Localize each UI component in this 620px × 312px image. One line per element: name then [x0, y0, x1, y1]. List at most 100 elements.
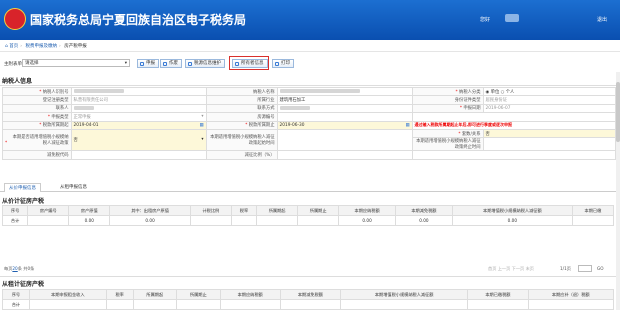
- period-end-input[interactable]: 2019-06-30 ▦: [276, 120, 413, 130]
- col-header: 房产编号: [27, 205, 70, 216]
- user-greeting: 您好: [480, 17, 491, 23]
- col-header: 本期应补（退）税额: [527, 289, 615, 300]
- form-select[interactable]: 请选择 ▾: [22, 59, 130, 67]
- industry-field: 建筑用石加工: [276, 95, 413, 105]
- breadcrumb-home[interactable]: 首页: [9, 44, 18, 49]
- rent-section-title: 从租计征房产税: [2, 281, 45, 288]
- total-label: 合计: [2, 299, 30, 310]
- pager: 每页20条 共0条 首页 上一页 下一页 末页 1/1页 GO: [0, 264, 620, 274]
- username-redacted: [505, 14, 519, 22]
- reduce-ratio-field[interactable]: [276, 150, 413, 160]
- col-header: 本期已缴税额: [467, 289, 529, 300]
- breadcrumb: ⌂ 首页 › 税费申报及缴纳 › 房产税申报: [0, 43, 620, 52]
- col-header: 所属期起: [132, 289, 178, 300]
- table-row: 合计 0.00 0.00 0.00 0.00 0.00: [1, 215, 615, 226]
- save-icon: [140, 62, 144, 66]
- scrollbar-thumb[interactable]: [616, 82, 620, 142]
- tab-rent-based[interactable]: 从租申报信息: [56, 183, 91, 192]
- total-cell: 0.00: [68, 215, 111, 226]
- taxpayer-form: * 纳税人识别号 纳税人名称 * 纳税人分类 ◉ 单位 ○ 个人 登记注册类型 …: [2, 86, 617, 160]
- period-hint: 通过输入税款所属期起止年后,即可进行季度或逐次申报: [411, 120, 617, 130]
- last-page-link[interactable]: 末页: [526, 266, 534, 271]
- table-row: 合计: [2, 299, 615, 310]
- col-header: 房产原值: [68, 205, 111, 216]
- reduce-start-field[interactable]: [276, 128, 413, 152]
- rent-table: 序号 本期申报租金收入 税率 所属期起 所属期止 本期应纳税额 本期减免税额 本期增值税小规模…: [2, 289, 615, 310]
- col-header: 所属期起: [256, 205, 299, 216]
- chevron-down-icon: ▾: [201, 113, 204, 119]
- print-icon: [275, 62, 279, 66]
- col-header: 本期增值税小规模纳税人减征额: [340, 289, 469, 300]
- category-radios[interactable]: ◉ 单位 ○ 个人: [482, 86, 617, 97]
- reduce-apply-select[interactable]: 否 ▾: [70, 128, 207, 152]
- divider: [0, 85, 620, 86]
- delete-icon: [163, 62, 167, 66]
- breadcrumb-module[interactable]: 税费申报及缴纳: [26, 44, 58, 49]
- pager-unit: 条: [17, 266, 22, 271]
- col-header: 本期申报租金收入: [28, 289, 107, 300]
- category-label: 纳税人分类: [459, 89, 481, 95]
- relation-select[interactable]: 否: [482, 128, 617, 139]
- col-header: 税率: [230, 205, 258, 216]
- period-start-input[interactable]: 2019-04-01 ▦: [70, 120, 207, 130]
- tab-price-based[interactable]: 从价申报信息: [4, 183, 41, 192]
- relation-label: 套数/关系: [461, 131, 481, 137]
- total-cell: 0.00: [338, 215, 396, 226]
- page-scrollbar[interactable]: [616, 72, 620, 310]
- logout-link[interactable]: 退出: [597, 16, 607, 23]
- toolbar: 主附表单 请选择 ▾ 申报 作废 税源信息维护 所有者信息 打印: [0, 57, 620, 71]
- reg-type-field: 私营有限责任公司: [70, 95, 207, 105]
- prev-page-link[interactable]: 上一页: [498, 266, 511, 271]
- pager-total: 共0条: [23, 266, 35, 271]
- calendar-icon[interactable]: ▦: [199, 123, 203, 128]
- col-header: 本期减免税额: [279, 289, 342, 300]
- page-indicator: 1/1页: [560, 266, 571, 271]
- property-id-field[interactable]: [276, 112, 413, 122]
- first-page-link[interactable]: 首页: [488, 266, 496, 271]
- col-header: 税率: [105, 289, 134, 300]
- total-cell: 0.00: [395, 215, 453, 226]
- next-page-link[interactable]: 下一页: [512, 266, 525, 271]
- reporter-type-select[interactable]: 正常申报 ▾: [70, 112, 207, 122]
- taxpayer-section-title: 纳税人信息: [2, 78, 33, 85]
- id-type-field: 居民身份证: [482, 95, 617, 105]
- taxpayer-id-field: [70, 86, 207, 97]
- page-jump-input[interactable]: [578, 265, 592, 272]
- void-button[interactable]: 作废: [160, 59, 182, 68]
- taxpayer-name-field: [276, 86, 413, 97]
- taxpayer-id-label: 纳税人识别号: [42, 89, 69, 95]
- tax-emblem-logo: [4, 8, 26, 30]
- site-header: 国家税务总局宁夏回族自治区电子税务局 您好 退出: [0, 0, 620, 40]
- contact-phone-field: [276, 103, 413, 114]
- table-header-row: 序号 房产编号 房产原值 其中：出租房产原值 计税比例 税率 所属期起 所属期止 本期应纳税额本…: [1, 205, 615, 216]
- filing-date-field: 2019-06-07: [482, 103, 617, 114]
- id-type-label: 身份证件类型: [454, 98, 481, 104]
- highlight-box: [229, 56, 269, 70]
- total-cell: 0.00: [109, 215, 191, 226]
- property-id-label: 房源编号: [257, 114, 275, 120]
- contact-phone-label: 联系方式: [257, 106, 275, 112]
- go-button[interactable]: GO: [597, 266, 604, 271]
- form-select-label: 主附表单: [4, 62, 22, 67]
- col-header: 本期已缴: [571, 205, 615, 216]
- submit-button[interactable]: 申报: [137, 59, 159, 68]
- col-header: 本期应纳税额: [219, 289, 281, 300]
- col-header: 本期增值税小规模纳税人减征额: [451, 205, 573, 216]
- calendar-icon[interactable]: ▦: [405, 123, 409, 128]
- price-section-title: 从价计征房产税: [2, 198, 45, 205]
- col-header: 序号: [1, 205, 29, 216]
- reduce-apply-label: 本期是否适用增值税小规模纳税人减征政策: [12, 135, 69, 147]
- period-end-label: 税款所属期止: [248, 123, 275, 129]
- form-select-value: 请选择: [25, 61, 39, 66]
- filing-date-label: 申报日期: [463, 106, 481, 112]
- contact-label: 联系人: [55, 106, 69, 112]
- reduce-end-field[interactable]: [482, 137, 617, 152]
- home-icon: ⌂: [5, 44, 8, 49]
- tax-source-button[interactable]: 税源信息维护: [185, 59, 225, 68]
- print-button[interactable]: 打印: [272, 59, 294, 68]
- col-header: 本期减免税额: [395, 205, 453, 216]
- reduce-code-field[interactable]: [70, 150, 207, 160]
- price-table: 序号 房产编号 房产原值 其中：出租房产原值 计税比例 税率 所属期起 所属期止 本期应纳税额本…: [1, 205, 615, 226]
- col-header: 本期应纳税额: [338, 205, 396, 216]
- breadcrumb-page: 房产税申报: [64, 44, 87, 49]
